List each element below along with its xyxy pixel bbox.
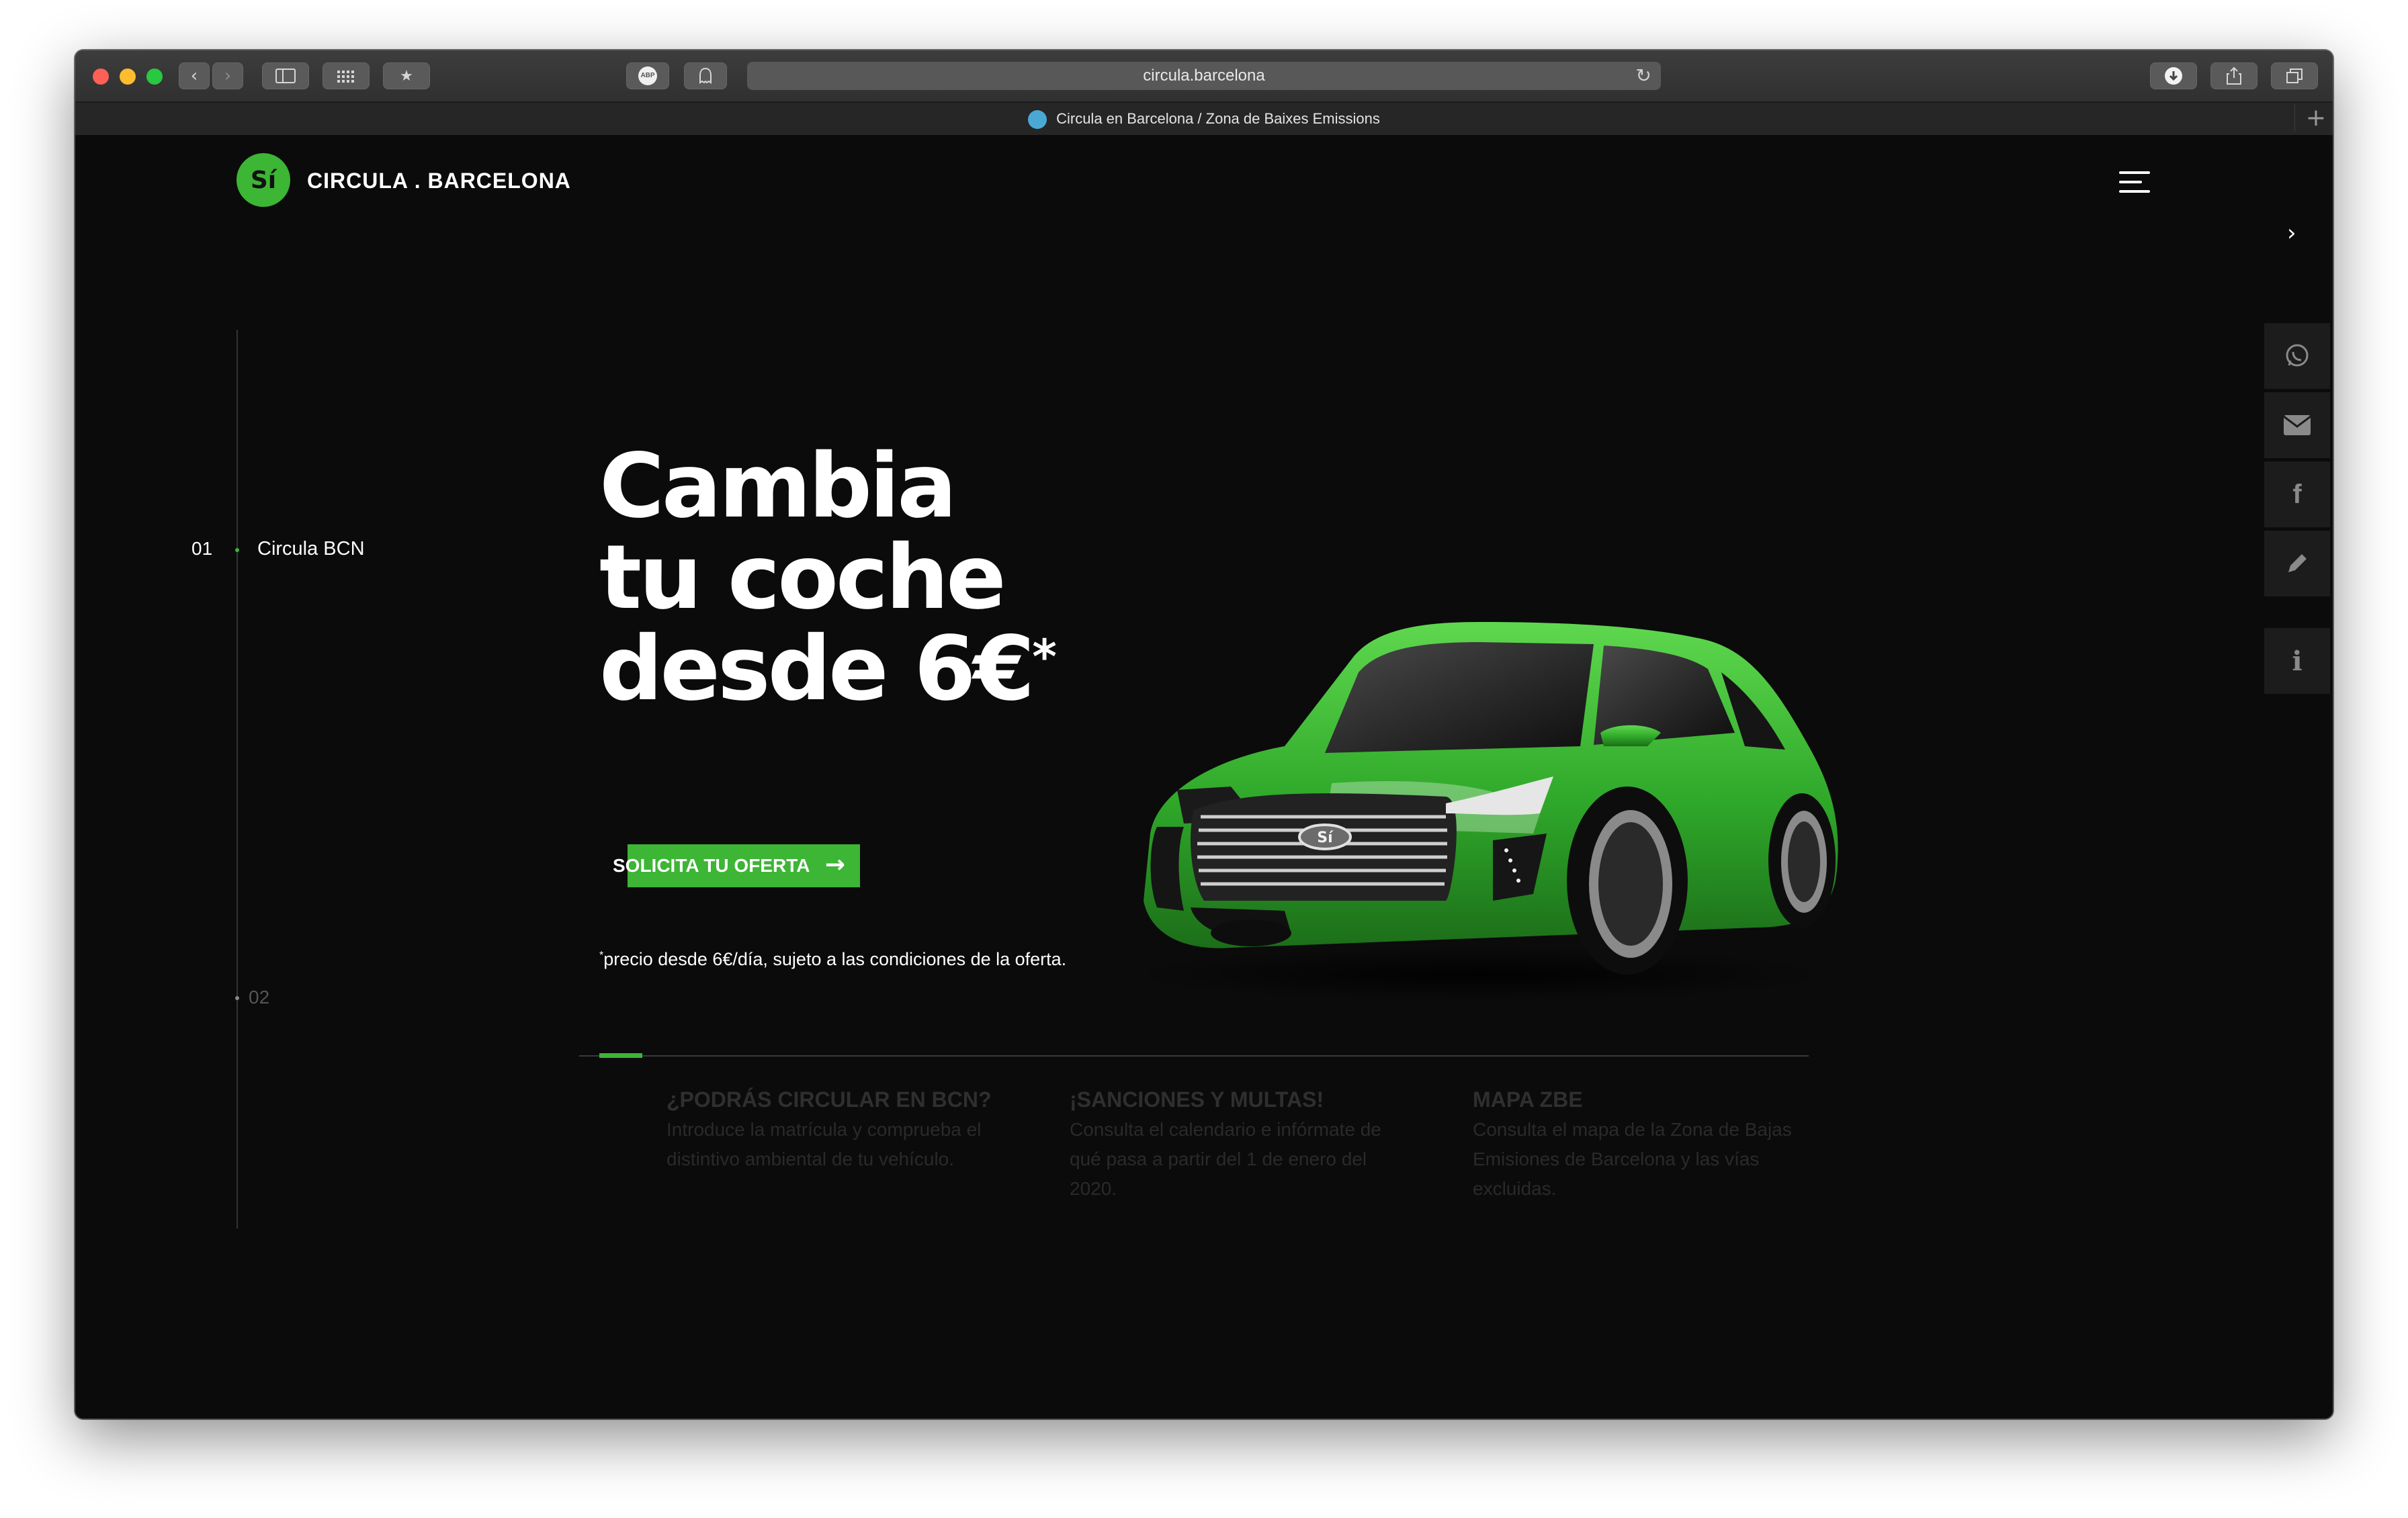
facebook-icon[interactable]: f [2264,461,2330,527]
logo-mark: Sí [250,166,277,194]
browser-toolbar: ‹ › ★ ABP circula.barcelona ↻ [75,50,2333,103]
cta-label: SOLICITA TU OFERTA [613,855,810,876]
request-offer-button[interactable]: SOLICITA TU OFERTA → [613,844,860,887]
chevron-right-icon[interactable]: › [2287,220,2296,247]
headline-line: tu coche [599,526,1006,629]
address-bar[interactable]: circula.barcelona ↻ [747,62,1661,90]
section-nav-number[interactable]: 02 [249,987,269,1008]
section-nav-label[interactable]: Circula BCN [257,538,365,560]
adblock-icon[interactable]: ABP [626,62,669,89]
car-plate: Sí [1317,830,1334,846]
tabs-icon[interactable] [2271,62,2318,89]
reload-icon[interactable]: ↻ [1636,64,1651,87]
feature-body: Introduce la matrícula y comprueba el di… [666,1119,982,1169]
logo-icon[interactable]: Sí [236,153,290,207]
feature-title: ¿PODRÁS CIRCULAR EN BCN? [666,1087,992,1112]
share-icon[interactable] [2210,62,2258,89]
slider-progress[interactable] [579,1053,1809,1058]
feature-body: Consulta el mapa de la Zona de Bajas Emi… [1473,1119,1792,1199]
download-icon[interactable] [2150,62,2197,89]
info-icon[interactable]: i [2264,628,2330,694]
hero-headline: Cambia tu coche desde 6€* [599,441,1204,715]
tab-bar: Circula en Barcelona / Zona de Baixes Em… [75,103,2333,136]
menu-icon[interactable] [2119,171,2150,193]
sidebar-icon[interactable] [262,62,309,89]
feature-title: MAPA ZBE [1473,1087,1583,1112]
headline-line: desde 6€ [599,617,1035,721]
edit-icon[interactable] [2264,531,2330,596]
browser-window: ‹ › ★ ABP circula.barcelona ↻ Circula en… [75,50,2333,1419]
section-nav-dot-active[interactable] [235,548,239,552]
arrow-right-icon: → [824,851,845,879]
zoom-window-button[interactable] [146,69,163,85]
grid-icon[interactable] [322,62,370,89]
back-icon[interactable]: ‹ [179,62,210,89]
feature-card[interactable]: MAPA ZBE Consulta el mapa de la Zona de … [1473,1087,1809,1204]
ghostery-icon[interactable] [684,62,727,89]
headline-line: Cambia [599,435,957,538]
tab-title: Circula en Barcelona / Zona de Baixes Em… [1056,110,1380,127]
url-text: circula.barcelona [1143,66,1265,85]
mail-icon[interactable] [2264,392,2330,458]
feature-card[interactable]: ¿PODRÁS CIRCULAR EN BCN? Introduce la ma… [666,1087,1002,1174]
new-tab-icon[interactable]: + [2294,104,2326,132]
section-nav-number[interactable]: 01 [191,538,212,560]
feature-body: Consulta el calendario e infórmate de qu… [1070,1119,1381,1199]
active-tab[interactable]: Circula en Barcelona / Zona de Baixes Em… [75,110,2333,130]
web-page: Sí CIRCULA . BARCELONA › f i 01 Circula … [75,135,2333,1419]
forward-icon[interactable]: › [212,62,243,89]
favicon-icon [1028,110,1047,130]
feature-title: ¡SANCIONES Y MULTAS! [1070,1087,1324,1112]
section-nav-dot[interactable] [235,996,239,1000]
slider-progress-fill [599,1053,643,1058]
site-name[interactable]: CIRCULA . BARCELONA [307,169,571,193]
section-nav-line [236,330,238,1229]
car-image: Sí [1130,622,1838,1001]
whatsapp-icon[interactable] [2264,323,2330,389]
feature-card[interactable]: ¡SANCIONES Y MULTAS! Consulta el calenda… [1070,1087,1406,1204]
price-note: *precio desde 6€/día, sujeto a las condi… [599,949,1066,970]
bookmark-star-icon[interactable]: ★ [383,62,430,89]
headline-asterisk: * [1032,629,1057,684]
minimize-window-button[interactable] [120,69,136,85]
close-window-button[interactable] [93,69,109,85]
note-text: precio desde 6€/día, sujeto a las condic… [603,949,1067,969]
